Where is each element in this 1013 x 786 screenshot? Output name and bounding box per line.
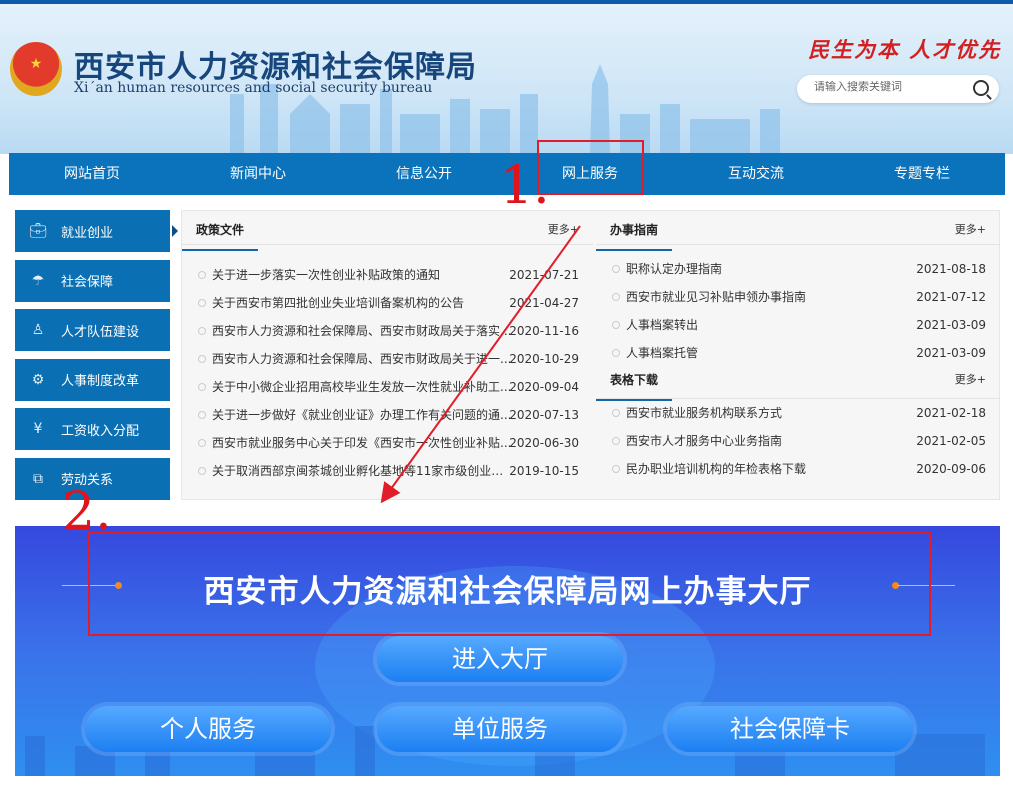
annotation-arrow: [380, 225, 581, 504]
